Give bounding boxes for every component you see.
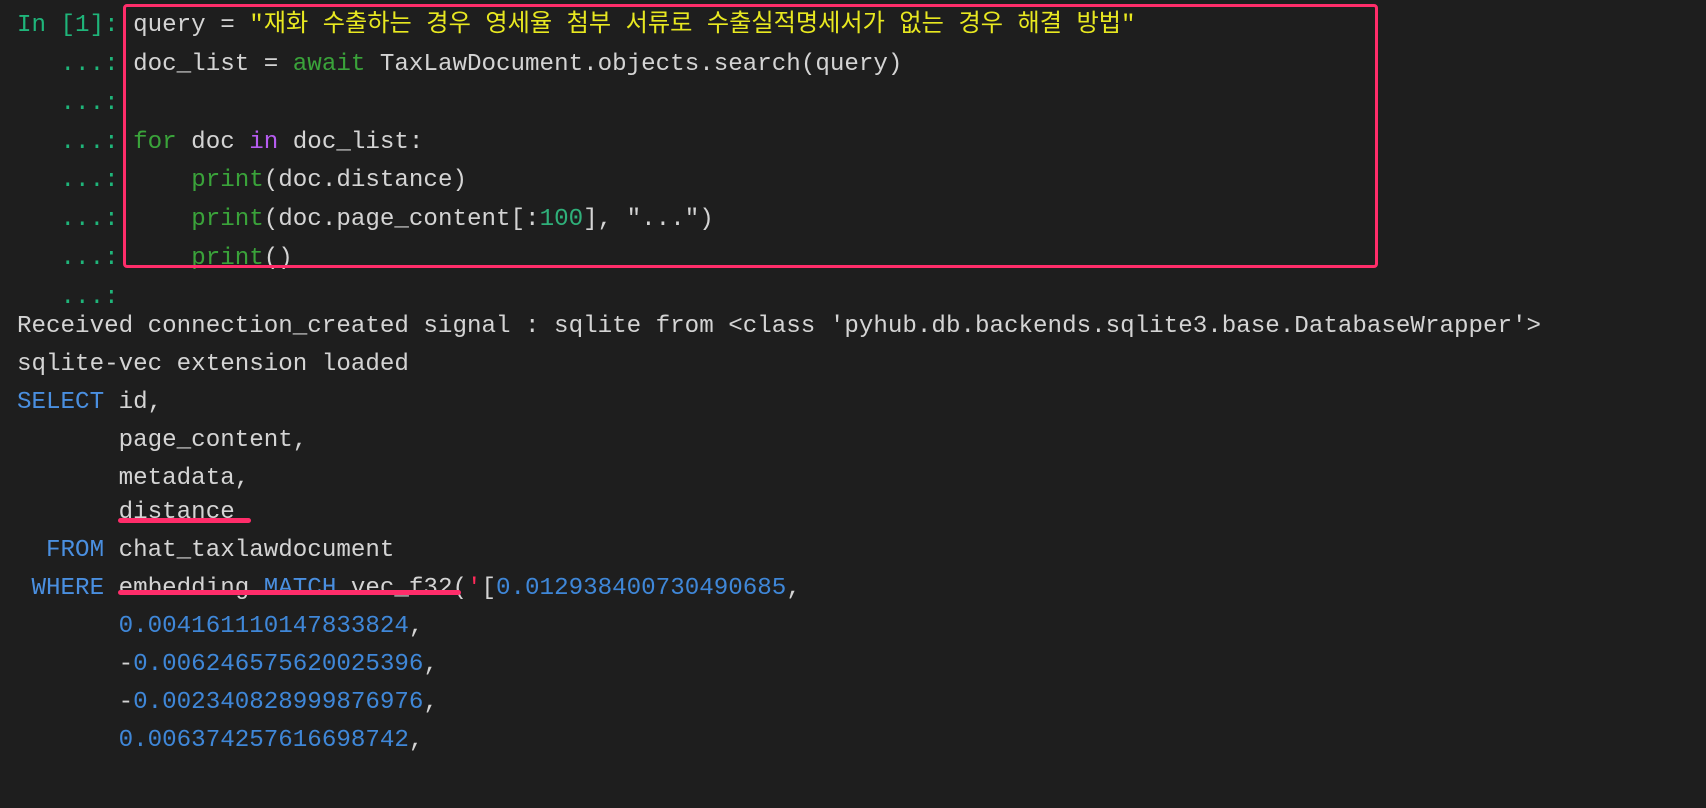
prompt: ...: — [17, 90, 134, 117]
code-token: , — [408, 613, 424, 640]
code-token: 0.006374257616698742 — [118, 727, 409, 754]
code-token: 0.006246575620025396 — [133, 651, 424, 678]
terminal-line: SELECT id, — [17, 384, 162, 422]
prompt: ...: — [17, 167, 134, 194]
terminal-line: metadata, — [17, 460, 250, 498]
code-token: , — [423, 689, 438, 716]
terminal-line: WHERE embedding MATCH vec_f32('[0.012938… — [17, 570, 801, 608]
code-token: metadata, — [17, 465, 250, 492]
prompt: ...: — [17, 129, 134, 156]
terminal-line: Received connection_created signal : sql… — [17, 308, 1541, 346]
code-token: 0.002340828999876976 — [133, 689, 424, 716]
code-token: FROM — [17, 537, 105, 564]
prompt: ...: — [17, 245, 134, 272]
code-token: 0.012938400730490685 — [496, 575, 787, 602]
code-token: WHERE — [17, 575, 105, 602]
terminal-line: page_content, — [17, 422, 308, 460]
code-token: , — [786, 575, 801, 602]
terminal-line: ...: — [17, 85, 133, 123]
code-token: id, — [104, 389, 163, 416]
code-token: page_content, — [17, 427, 308, 454]
terminal-line: sqlite-vec extension loaded — [17, 346, 409, 384]
code-token: vec_f32( — [336, 575, 467, 602]
terminal-line: distance — [17, 494, 235, 532]
terminal-line: 0.006374257616698742, — [17, 722, 424, 760]
code-token: - — [17, 651, 134, 678]
code-token: [ — [481, 575, 497, 602]
code-token: ' — [466, 575, 482, 602]
distance-underline — [118, 518, 251, 523]
terminal-line: 0.004161110147833824, — [17, 608, 424, 646]
code-token: chat_taxlawdocument — [104, 537, 395, 564]
code-highlight-box — [123, 4, 1378, 268]
code-token: 0.004161110147833824 — [118, 613, 409, 640]
prompt: In [1]: — [17, 12, 134, 39]
code-token: MATCH — [263, 575, 337, 602]
embedding-match-underline — [118, 590, 461, 595]
prompt: ...: — [17, 284, 134, 311]
code-token: , — [408, 727, 424, 754]
code-token: embedding — [104, 575, 264, 602]
prompt: ...: — [17, 51, 134, 78]
code-token: - — [17, 689, 134, 716]
terminal-line: FROM chat_taxlawdocument — [17, 532, 394, 570]
code-token: sqlite-vec extension loaded — [17, 351, 409, 378]
code-token: , — [423, 651, 438, 678]
prompt: ...: — [17, 206, 134, 233]
terminal-line: -0.006246575620025396, — [17, 646, 438, 684]
code-token: SELECT — [17, 389, 105, 416]
terminal-line: -0.002340828999876976, — [17, 684, 438, 722]
code-token: Received connection_created signal : sql… — [17, 313, 1542, 340]
